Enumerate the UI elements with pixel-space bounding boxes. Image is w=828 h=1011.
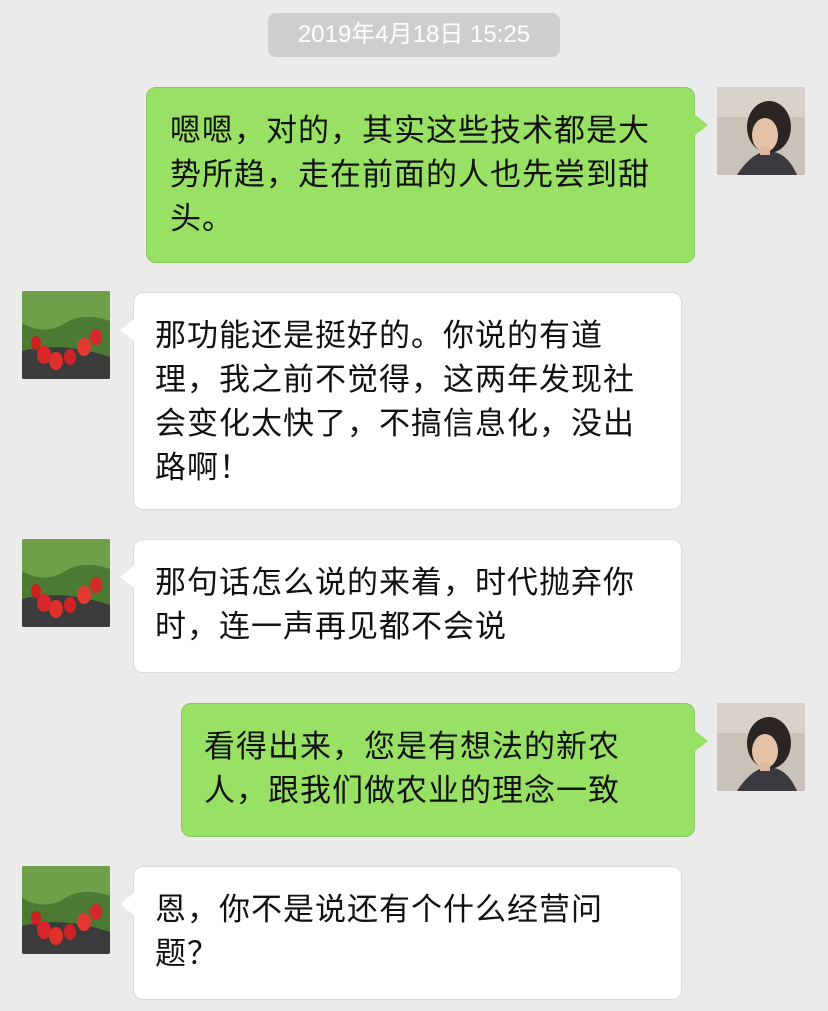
strawberry-field-icon — [22, 866, 110, 954]
self-avatar[interactable] — [717, 87, 805, 175]
message-bubble-sent[interactable]: 嗯嗯，对的，其实这些技术都是大势所趋，走在前面的人也先尝到甜头。 — [146, 87, 708, 263]
bubble-tail — [120, 893, 134, 915]
strawberry-field-icon — [22, 291, 110, 379]
message-bubble-received[interactable]: 那功能还是挺好的。你说的有道理，我之前不觉得，这两年发现社会变化太快了，不搞信息… — [120, 292, 682, 510]
message-text: 恩，你不是说还有个什么经营问题？ — [155, 892, 603, 972]
bubble-tail — [120, 566, 134, 588]
contact-avatar[interactable] — [22, 866, 110, 954]
contact-avatar[interactable] — [22, 539, 110, 627]
message-bubble-sent[interactable]: 看得出来，您是有想法的新农人，跟我们做农业的理念一致 — [181, 703, 708, 837]
message-bubble-received[interactable]: 那句话怎么说的来着，时代抛弃你时，连一声再见都不会说 — [120, 539, 682, 673]
message-bubble-received[interactable]: 恩，你不是说还有个什么经营问题？ — [120, 866, 682, 1000]
woman-portrait-icon — [717, 87, 805, 175]
bubble-tail — [120, 319, 134, 341]
bubble-tail — [694, 114, 708, 136]
strawberry-field-icon — [22, 539, 110, 627]
self-avatar[interactable] — [717, 703, 805, 791]
contact-avatar[interactable] — [22, 291, 110, 379]
message-text: 看得出来，您是有想法的新农人，跟我们做农业的理念一致 — [204, 729, 620, 809]
message-text: 那功能还是挺好的。你说的有道理，我之前不觉得，这两年发现社会变化太快了，不搞信息… — [155, 318, 635, 486]
chat-timestamp: 2019年4月18日 15:25 — [268, 13, 560, 57]
bubble-tail — [694, 730, 708, 752]
message-text: 嗯嗯，对的，其实这些技术都是大势所趋，走在前面的人也先尝到甜头。 — [170, 113, 650, 237]
message-text: 那句话怎么说的来着，时代抛弃你时，连一声再见都不会说 — [155, 565, 635, 645]
woman-portrait-icon — [717, 703, 805, 791]
